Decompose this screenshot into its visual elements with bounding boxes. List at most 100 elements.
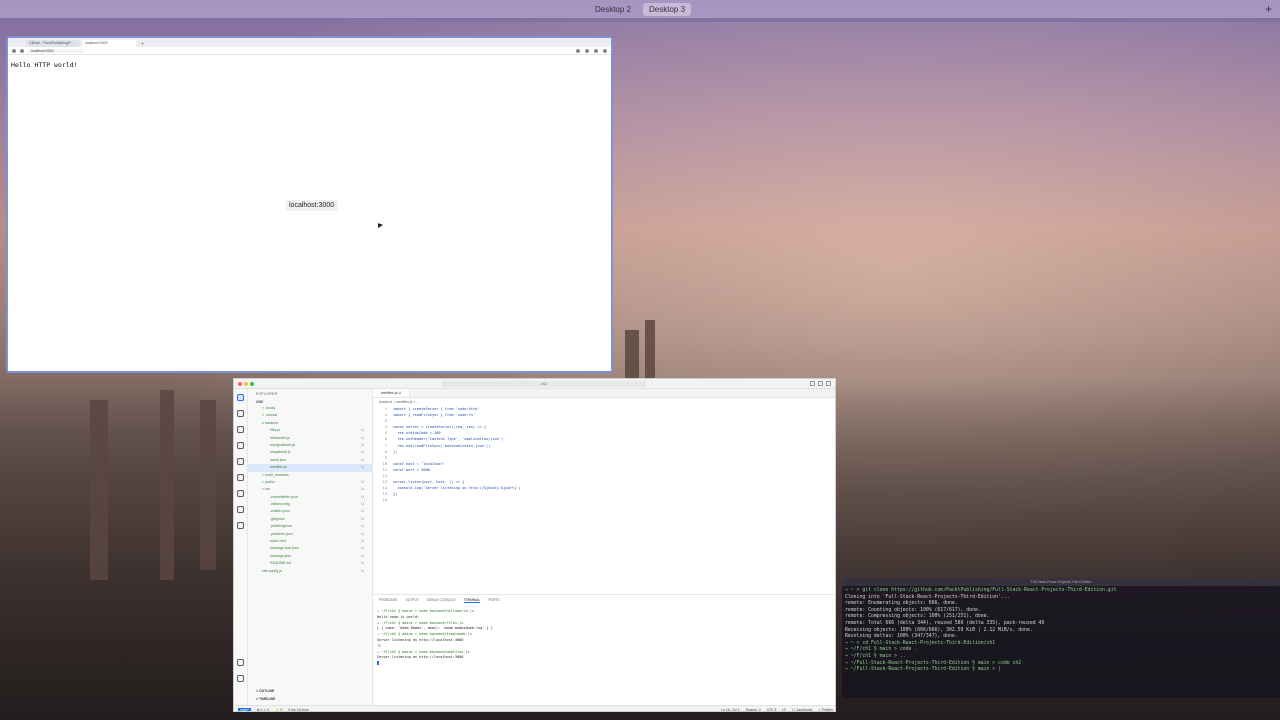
code-text[interactable]: }): [393, 491, 397, 497]
status-item[interactable]: ⚡ 0: [275, 708, 282, 712]
terminal-window[interactable]: Full-Stack-React-Projects-Third-Edition …: [842, 578, 1280, 698]
terminal-line: → ~ > git clone https://github.com/Packt…: [845, 588, 1117, 593]
file-tree-item[interactable]: v backend: [248, 420, 372, 427]
browser-toolbar: localhost:3000: [8, 47, 611, 55]
file-tree-item[interactable]: > .husky: [248, 405, 372, 412]
file-tree-item[interactable]: .commitlintrc.json U: [248, 494, 372, 501]
file-tree-item[interactable]: users.json U: [248, 457, 372, 464]
code-line[interactable]: 16: [379, 497, 835, 503]
code-text[interactable]: console.log(`Server listening on http://…: [393, 485, 520, 491]
testing-icon[interactable]: [237, 474, 244, 481]
status-item[interactable]: ✓ Prettier: [818, 708, 833, 712]
editor-tab-webfiles[interactable]: webfiles.js U: [373, 389, 411, 397]
code-text[interactable]: const port = 3000: [393, 467, 430, 473]
settings-gear-icon[interactable]: [237, 675, 244, 682]
bookmark-icon[interactable]: [585, 48, 589, 53]
menu-icon[interactable]: [603, 48, 607, 53]
outline-section[interactable]: > OUTLINE: [256, 689, 274, 693]
file-tree-item[interactable]: README.md U: [248, 560, 372, 567]
code-text[interactable]: import { readFileSync } from 'node:fs': [393, 412, 475, 418]
status-item[interactable]: UTF-8: [767, 708, 777, 712]
file-tree-item[interactable]: webfiles.js U: [248, 464, 372, 472]
file-tree-item[interactable]: simpleweb.js U: [248, 449, 372, 456]
address-bar[interactable]: localhost:3000: [28, 48, 84, 53]
file-tree: > .husky > .vscode v backend files.js Uhello…: [248, 405, 372, 575]
file-tree-item[interactable]: .prettierignore U: [248, 523, 372, 530]
terminal-output[interactable]: → ~ > git clone https://github.com/Packt…: [842, 586, 1280, 676]
explorer-icon[interactable]: [237, 394, 244, 401]
status-item[interactable]: Ln 16, Col 1: [721, 708, 739, 712]
git-status-badge: U: [361, 450, 364, 455]
code-text[interactable]: }): [393, 449, 397, 455]
accounts-icon[interactable]: [237, 659, 244, 666]
file-tree-item[interactable]: .prettierrc.json U: [248, 531, 372, 538]
file-name: simpleweb.js: [270, 450, 291, 455]
code-lines[interactable]: 1 import { createServer } from 'node:http…: [373, 406, 835, 504]
toggle-sidebar-icon[interactable]: [810, 381, 815, 386]
git-branch-indicator[interactable]: main*: [238, 707, 251, 711]
file-name: webfiles.js: [270, 465, 287, 470]
back-icon[interactable]: [12, 48, 16, 53]
layout-icon[interactable]: [826, 381, 831, 386]
command-center-search[interactable]: ch2: [442, 381, 646, 387]
extensions-icon[interactable]: [576, 48, 580, 53]
minimize-window-icon[interactable]: [244, 382, 248, 386]
bottom-panel: PROBLEMS OUTPUT DEBUG CONSOLE TERMINAL PORTS…: [373, 594, 835, 705]
file-tree-item[interactable]: > node_modules: [248, 472, 372, 479]
panel-tab-output[interactable]: OUTPUT: [405, 598, 419, 603]
file-name: .eslintrc.json: [270, 509, 290, 514]
profile-icon[interactable]: [594, 48, 598, 53]
browser-tab-github[interactable]: GitHub - PacktPublishing/F...: [26, 40, 80, 47]
status-item[interactable]: ⊗ 0 ⚠ 0: [257, 708, 269, 712]
breadcrumb[interactable]: backend > webfiles.js > ...: [373, 398, 835, 406]
git-status-badge: U: [361, 539, 364, 544]
wallpaper-tower: [90, 400, 108, 580]
integrated-terminal[interactable]: → ~/F/ch2 § main± > node backend/hellowo…: [373, 606, 835, 671]
mongodb-icon[interactable]: [237, 522, 244, 529]
file-tree-item[interactable]: > .vscode: [248, 412, 372, 419]
toggle-panel-icon[interactable]: [818, 381, 823, 386]
file-name: helloworld.js: [270, 435, 290, 440]
docker-icon[interactable]: [237, 490, 244, 497]
new-tab-button[interactable]: +: [141, 41, 144, 47]
code-text[interactable]: res.end(readFileSync('backend/users.json…: [393, 443, 490, 449]
code-editor[interactable]: webfiles.js U backend > webfiles.js > ..…: [373, 389, 835, 594]
file-tree-item[interactable]: .editorconfig U: [248, 501, 372, 508]
file-tree-item[interactable]: .eslintrc.json U: [248, 508, 372, 515]
file-tree-item[interactable]: helloworld.js U: [248, 435, 372, 442]
maximize-window-icon[interactable]: [250, 382, 254, 386]
desktop-2-tab[interactable]: Desktop 2: [589, 3, 637, 16]
file-tree-item[interactable]: package.json U: [248, 553, 372, 560]
wallpaper-tower: [645, 320, 655, 380]
file-tree-item[interactable]: .gitignore U: [248, 516, 372, 523]
timeline-section[interactable]: > TIMELINE: [256, 697, 275, 701]
remote-explorer-icon[interactable]: [237, 506, 244, 513]
file-tree-item[interactable]: > public U: [248, 479, 372, 486]
file-tree-item[interactable]: mongodbweb.js U: [248, 442, 372, 449]
source-control-icon[interactable]: [237, 426, 244, 433]
reload-icon[interactable]: [20, 48, 24, 53]
run-debug-icon[interactable]: [237, 442, 244, 449]
desktop-3-tab[interactable]: Desktop 3: [643, 2, 692, 16]
browser-tab-localhost[interactable]: localhost:3000: [82, 40, 136, 47]
extensions-icon[interactable]: [237, 458, 244, 465]
panel-tab-debug-console[interactable]: DEBUG CONSOLE: [427, 598, 456, 603]
add-desktop-button[interactable]: +: [1265, 2, 1272, 16]
file-tree-item[interactable]: vite.config.js U: [248, 568, 372, 575]
search-icon[interactable]: [237, 410, 244, 417]
explorer-header: EXPLORER: [256, 392, 278, 396]
close-window-icon[interactable]: [238, 382, 242, 386]
status-item[interactable]: LF: [782, 708, 786, 712]
terminal-line: Server listening on http://localhost:300…: [377, 655, 464, 660]
panel-tab-problems[interactable]: PROBLEMS: [379, 598, 397, 603]
file-tree-item[interactable]: files.js U: [248, 427, 372, 434]
status-item[interactable]: Spaces: 2: [746, 708, 761, 712]
status-item[interactable]: 0 hrs 18 mins: [288, 708, 308, 712]
file-tree-item[interactable]: > src U: [248, 486, 372, 493]
status-item[interactable]: { } JavaScript: [792, 708, 812, 712]
file-tree-item[interactable]: package-lock.json U: [248, 545, 372, 552]
panel-tab-terminal[interactable]: TERMINAL: [463, 598, 481, 603]
file-tree-item[interactable]: index.html U: [248, 538, 372, 545]
panel-tab-ports[interactable]: PORTS: [488, 598, 499, 603]
file-name: package-lock.json: [270, 546, 299, 551]
